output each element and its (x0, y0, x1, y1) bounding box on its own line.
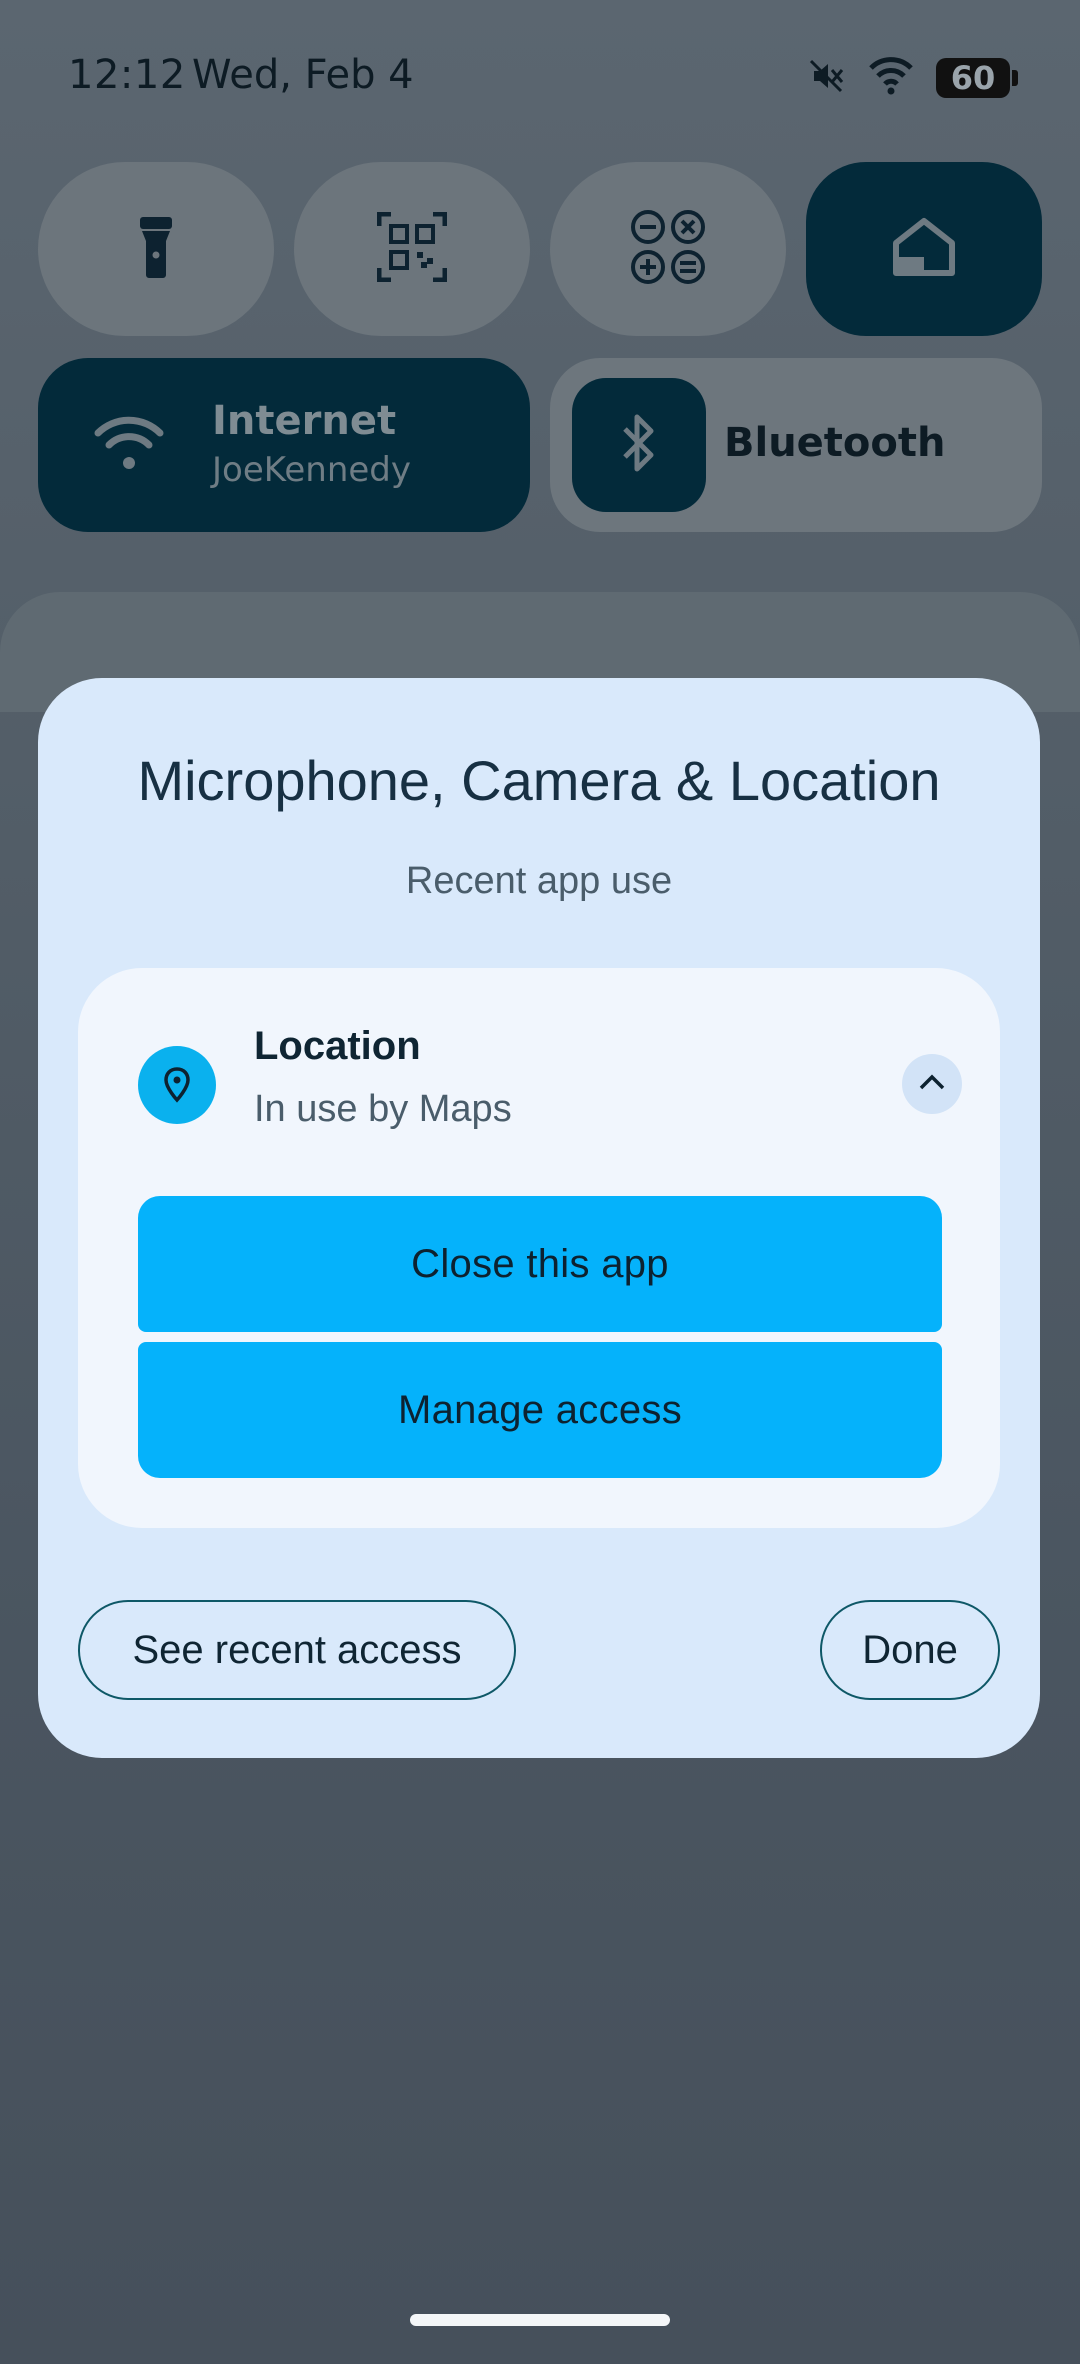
usage-item-title: Location (254, 1024, 421, 1068)
internet-tile[interactable] (38, 358, 530, 532)
status-bar: 12:12 Wed, Feb 4 60 (0, 0, 1080, 160)
location-pin-icon (138, 1046, 216, 1124)
usage-item-subtitle: In use by Maps (254, 1088, 512, 1130)
bluetooth-toggle[interactable] (572, 378, 706, 512)
home-icon (892, 217, 956, 281)
manage-access-button[interactable]: Manage access (138, 1342, 942, 1478)
bluetooth-icon (619, 411, 659, 479)
clock: 12:12 (68, 52, 186, 98)
collapse-button[interactable] (902, 1054, 962, 1114)
status-icons: 60 (806, 56, 1018, 100)
close-this-app-button[interactable]: Close this app (138, 1196, 942, 1332)
home-indicator[interactable] (410, 2314, 670, 2326)
wifi-icon (94, 415, 164, 475)
qr-scanner-tile[interactable] (294, 162, 530, 336)
see-recent-access-button[interactable]: See recent access (78, 1600, 516, 1700)
privacy-dialog: Microphone, Camera & Location Recent app… (38, 678, 1040, 1758)
battery-icon: 60 (936, 58, 1018, 98)
home-tile[interactable] (806, 162, 1042, 336)
flashlight-tile[interactable] (38, 162, 274, 336)
wifi-icon (868, 56, 914, 100)
location-usage-card: Location In use by Maps Close this app M… (78, 968, 1000, 1528)
internet-title: Internet (212, 398, 397, 444)
bluetooth-label: Bluetooth (724, 420, 946, 466)
internet-network-name: JoeKennedy (212, 450, 411, 490)
date: Wed, Feb 4 (192, 52, 414, 98)
calculator-icon (630, 209, 706, 289)
calculator-tile[interactable] (550, 162, 786, 336)
battery-level: 60 (950, 59, 996, 97)
mute-icon (806, 56, 846, 100)
dialog-title: Microphone, Camera & Location (137, 749, 941, 812)
dialog-subtitle: Recent app use (405, 860, 673, 902)
qr-code-icon (376, 211, 448, 286)
chevron-up-icon (918, 1073, 946, 1095)
flashlight-icon (136, 215, 176, 283)
done-button[interactable]: Done (820, 1600, 1000, 1700)
